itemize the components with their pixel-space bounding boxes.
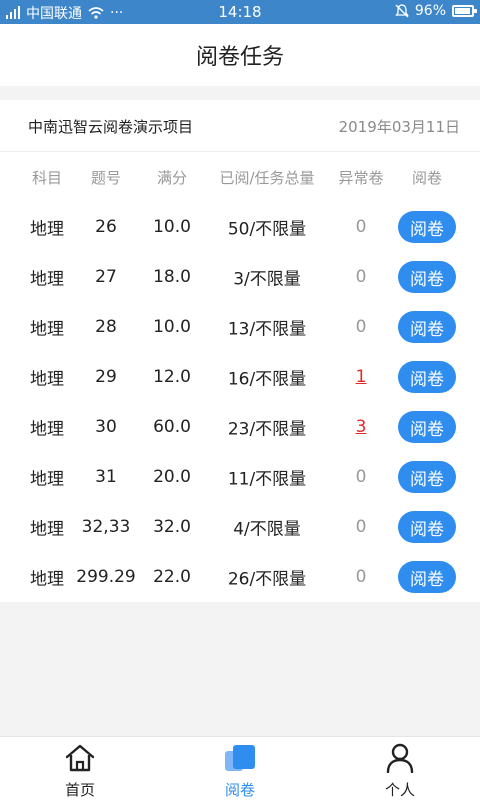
page-header: 阅卷任务 <box>0 24 480 86</box>
task-table: 科目 题号 满分 已阅/任务总量 异常卷 阅卷 地理 26 10.0 50/不限… <box>0 152 480 602</box>
cell-question: 29 <box>95 367 117 387</box>
cell-progress: 16/不限量 <box>227 369 307 390</box>
cell-subject: 地理 <box>30 219 64 240</box>
person-icon <box>386 743 414 773</box>
cell-question: 26 <box>95 217 117 237</box>
cell-subject: 地理 <box>30 569 64 590</box>
cell-subject: 地理 <box>30 319 64 340</box>
table-row: 地理 29 12.0 16/不限量 1 阅卷 <box>0 352 480 402</box>
tab-profile[interactable]: 个人 <box>320 737 480 800</box>
col-header-subject: 科目 <box>31 169 63 187</box>
cell-subject: 地理 <box>30 369 64 390</box>
cell-full-score: 10.0 <box>153 217 191 237</box>
project-name: 中南迅智云阅卷演示项目 <box>28 118 194 136</box>
cell-full-score: 22.0 <box>153 567 191 587</box>
review-button[interactable]: 阅卷 <box>398 411 456 443</box>
col-header-question: 题号 <box>90 169 122 187</box>
cell-full-score: 18.0 <box>153 267 191 287</box>
tab-profile-label: 个人 <box>384 781 415 799</box>
tab-review-label: 阅卷 <box>224 781 255 799</box>
table-row: 地理 30 60.0 23/不限量 3 阅卷 <box>0 402 480 452</box>
cell-abnormal: 0 <box>355 517 367 537</box>
tab-review[interactable]: 阅卷 <box>160 737 320 800</box>
table-row: 地理 32,33 32.0 4/不限量 0 阅卷 <box>0 502 480 552</box>
cell-abnormal: 0 <box>355 267 367 287</box>
cell-progress: 13/不限量 <box>227 319 307 340</box>
cell-progress: 26/不限量 <box>227 569 307 590</box>
project-info: 中南迅智云阅卷演示项目 2019年03月11日 <box>0 100 480 152</box>
page-title: 阅卷任务 <box>195 45 284 70</box>
tab-home-label: 首页 <box>64 781 95 799</box>
review-button[interactable]: 阅卷 <box>398 511 456 543</box>
project-date: 2019年03月11日 <box>338 118 460 136</box>
battery-percent: 96% <box>414 3 446 19</box>
tab-home[interactable]: 首页 <box>0 737 160 800</box>
cell-full-score: 20.0 <box>153 467 191 487</box>
cell-question: 31 <box>95 467 117 487</box>
col-header-progress: 已阅/任务总量 <box>219 169 315 187</box>
home-icon <box>65 744 95 772</box>
review-button[interactable]: 阅卷 <box>398 311 456 343</box>
cell-progress: 3/不限量 <box>233 269 301 290</box>
cell-abnormal: 0 <box>355 467 367 487</box>
status-bar: 中国联通 ··· 14:18 96% <box>0 0 480 24</box>
col-header-action: 阅卷 <box>411 169 443 187</box>
cell-full-score: 60.0 <box>153 417 191 437</box>
papers-icon <box>225 745 255 771</box>
cell-question: 299.29 <box>76 567 136 587</box>
cell-subject: 地理 <box>30 419 64 440</box>
table-row: 地理 26 10.0 50/不限量 0 阅卷 <box>0 202 480 252</box>
cell-abnormal-link[interactable]: 3 <box>356 417 367 437</box>
cell-progress: 50/不限量 <box>227 219 307 240</box>
table-row: 地理 28 10.0 13/不限量 0 阅卷 <box>0 302 480 352</box>
review-button[interactable]: 阅卷 <box>398 561 456 593</box>
cell-abnormal: 0 <box>355 317 367 337</box>
review-button[interactable]: 阅卷 <box>398 261 456 293</box>
col-header-abnormal: 异常卷 <box>338 169 384 187</box>
bottom-tab-bar: 首页 阅卷 个人 <box>0 736 480 800</box>
cell-progress: 23/不限量 <box>227 419 307 440</box>
battery-icon <box>452 5 477 17</box>
cell-subject: 地理 <box>30 269 64 290</box>
cell-progress: 11/不限量 <box>227 469 307 490</box>
table-row: 地理 31 20.0 11/不限量 0 阅卷 <box>0 452 480 502</box>
col-header-full-score: 满分 <box>156 169 188 187</box>
cell-question: 28 <box>95 317 117 337</box>
table-row: 地理 299.29 22.0 26/不限量 0 阅卷 <box>0 552 480 602</box>
review-button[interactable]: 阅卷 <box>398 361 456 393</box>
cell-full-score: 32.0 <box>153 517 191 537</box>
cell-question: 32,33 <box>81 517 131 537</box>
cell-question: 30 <box>95 417 117 437</box>
cell-subject: 地理 <box>30 519 64 540</box>
cell-abnormal-link[interactable]: 1 <box>356 367 367 387</box>
review-button[interactable]: 阅卷 <box>398 211 456 243</box>
cell-subject: 地理 <box>30 469 64 490</box>
cell-full-score: 12.0 <box>153 367 191 387</box>
cell-abnormal: 0 <box>355 567 367 587</box>
cell-progress: 4/不限量 <box>233 519 301 540</box>
cell-full-score: 10.0 <box>153 317 191 337</box>
mute-icon <box>395 4 409 18</box>
table-row: 地理 27 18.0 3/不限量 0 阅卷 <box>0 252 480 302</box>
cell-question: 27 <box>95 267 117 287</box>
review-button[interactable]: 阅卷 <box>398 461 456 493</box>
cell-abnormal: 0 <box>355 217 367 237</box>
